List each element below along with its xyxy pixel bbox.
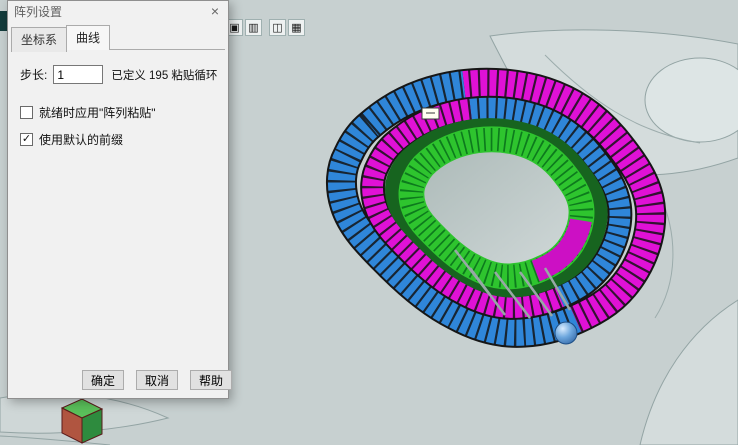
array-settings-dialog: 阵列设置 × 坐标系 曲线 步长: 已定义 195 粘贴循环 就绪时应用"阵列粘… [7,0,229,399]
view-toggle-4-button[interactable]: ▦ [288,19,305,36]
tool-sphere[interactable] [555,322,577,344]
step-input[interactable] [53,65,103,84]
help-button[interactable]: 帮助 [190,370,232,390]
checkbox-unchecked-icon[interactable] [20,106,33,119]
view-toggle-2-button[interactable]: ▥ [245,19,262,36]
use-default-prefix-checkbox[interactable]: ✓ 使用默认的前缀 [20,131,228,148]
dialog-tabs: 坐标系 曲线 [11,25,228,50]
view-toggle-4-icon: ▦ [291,21,301,34]
checkbox-checked-icon[interactable]: ✓ [20,133,33,146]
dialog-titlebar[interactable]: 阵列设置 × [8,1,228,22]
apply-array-paste-checkbox[interactable]: 就绪时应用"阵列粘贴" [20,104,228,121]
dialog-button-row: 确定 取消 帮助 [82,370,232,390]
dialog-title: 阵列设置 [14,3,206,20]
view-toggle-3-icon: ◫ [272,21,282,34]
cad-application-window: { "dialog": { "title": "阵列设置", "close_gl… [0,0,738,445]
cancel-button[interactable]: 取消 [136,370,178,390]
3d-model-track[interactable] [341,83,650,344]
view-toggle-3-button[interactable]: ◫ [269,19,286,36]
view-cube[interactable] [62,399,102,443]
view-toggle-1-icon: ▣ [229,21,239,34]
apply-array-paste-label: 就绪时应用"阵列粘贴" [39,104,156,121]
step-label: 步长: [20,66,47,83]
curve-start-marker [422,108,439,119]
tab-coordinate-system[interactable]: 坐标系 [11,27,67,52]
defined-loops-text: 已定义 195 粘贴循环 [111,67,217,83]
tab-curve[interactable]: 曲线 [66,25,110,50]
use-default-prefix-label: 使用默认的前缀 [39,131,123,148]
step-row: 步长: 已定义 195 粘贴循环 [20,65,228,84]
viewport-toolbar: ▣ ▥ ◫ ▦ [226,19,307,36]
view-toggle-2-icon: ▥ [248,21,258,34]
close-icon[interactable]: × [206,4,224,20]
ok-button[interactable]: 确定 [82,370,124,390]
